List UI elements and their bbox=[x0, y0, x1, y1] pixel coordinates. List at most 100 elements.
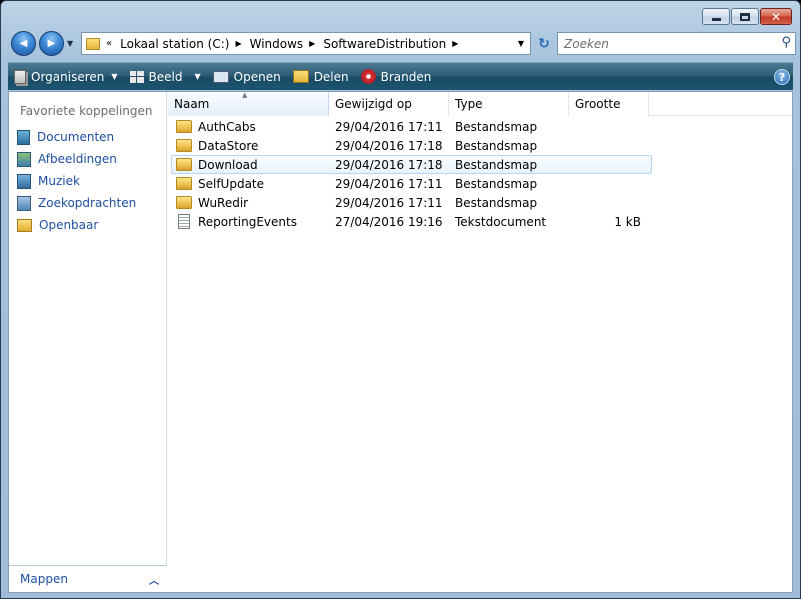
file-name-cell: Download bbox=[172, 158, 330, 172]
documents-icon bbox=[17, 129, 30, 145]
back-button[interactable]: ◀ bbox=[11, 31, 36, 56]
file-row[interactable]: WuRedir 29/04/2016 17:11 Bestandsmap bbox=[171, 193, 652, 212]
file-type: Bestandsmap bbox=[455, 176, 538, 191]
file-name-cell: SelfUpdate bbox=[172, 177, 330, 191]
favorite-links-header: Favoriete koppelingen bbox=[20, 104, 153, 118]
file-date: 27/04/2016 19:16 bbox=[335, 214, 443, 229]
file-type: Bestandsmap bbox=[455, 138, 538, 153]
folder-icon bbox=[176, 158, 192, 171]
help-icon: ? bbox=[778, 70, 786, 84]
file-type: Bestandsmap bbox=[455, 195, 538, 210]
sidebar-item-public[interactable]: Openbaar bbox=[16, 214, 136, 236]
view-button[interactable]: Beeld ▼ bbox=[124, 63, 207, 90]
sidebar-item-documents[interactable]: Documenten bbox=[16, 126, 136, 148]
file-list: AuthCabs 29/04/2016 17:11 Bestandsmap Da… bbox=[168, 117, 792, 231]
file-row[interactable]: DataStore 29/04/2016 17:18 Bestandsmap bbox=[171, 136, 652, 155]
breadcrumb-overflow[interactable]: « bbox=[106, 38, 112, 49]
column-header-label: Type bbox=[455, 97, 483, 111]
column-header-label: Naam bbox=[174, 97, 210, 111]
address-bar[interactable]: « Lokaal station (C:) ▶ Windows ▶ Softwa… bbox=[81, 32, 531, 55]
file-row[interactable]: AuthCabs 29/04/2016 17:11 Bestandsmap bbox=[171, 117, 652, 136]
searches-icon bbox=[17, 195, 31, 211]
sidebar-item-label: Openbaar bbox=[39, 218, 99, 232]
back-arrow-icon: ◀ bbox=[19, 38, 28, 49]
minimize-icon bbox=[711, 18, 721, 21]
burn-label: Branden bbox=[380, 69, 432, 84]
sidebar-item-label: Zoekopdrachten bbox=[38, 196, 137, 210]
sidebar-item-pictures[interactable]: Afbeeldingen bbox=[16, 148, 136, 170]
explorer-window: ✕ ◀ ▶ ▼ « Lokaal station (C:) ▶ Windows … bbox=[0, 0, 801, 599]
caption-buttons: ✕ bbox=[702, 8, 792, 25]
breadcrumb-softwaredistribution[interactable]: SoftwareDistribution bbox=[323, 37, 446, 51]
refresh-icon: ↻ bbox=[538, 35, 550, 52]
public-folder-icon bbox=[17, 218, 32, 232]
burn-button[interactable]: Branden bbox=[355, 63, 438, 90]
organize-button[interactable]: Organiseren ▼ bbox=[8, 63, 124, 90]
folder-icon bbox=[176, 120, 192, 133]
file-size: 1 kB bbox=[614, 214, 641, 229]
column-header-type[interactable]: Type bbox=[449, 92, 569, 116]
folder-icon bbox=[176, 196, 192, 209]
close-button[interactable]: ✕ bbox=[760, 8, 792, 25]
file-name: ReportingEvents bbox=[198, 214, 297, 229]
view-icon bbox=[129, 70, 144, 83]
file-date: 29/04/2016 17:18 bbox=[335, 157, 443, 172]
search-input[interactable] bbox=[558, 33, 773, 54]
recent-pages-dropdown[interactable]: ▼ bbox=[67, 39, 73, 48]
folder-icon bbox=[176, 139, 192, 152]
file-row[interactable]: SelfUpdate 29/04/2016 17:11 Bestandsmap bbox=[171, 174, 652, 193]
navigation-bar: ◀ ▶ ▼ « Lokaal station (C:) ▶ Windows ▶ … bbox=[9, 31, 796, 57]
folder-icon bbox=[86, 37, 100, 50]
breadcrumb-separator-icon[interactable]: ▶ bbox=[235, 39, 241, 48]
file-list-pane: ▲ Naam Gewijzigd op Type Grootte AuthCab… bbox=[168, 92, 792, 592]
navigation-pane: Favoriete koppelingen Documenten Afbeeld… bbox=[9, 92, 167, 592]
column-header-row: ▲ Naam Gewijzigd op Type Grootte bbox=[168, 92, 792, 116]
pictures-icon bbox=[17, 151, 31, 167]
music-icon bbox=[17, 173, 31, 189]
file-date: 29/04/2016 17:11 bbox=[335, 176, 443, 191]
file-date: 29/04/2016 17:18 bbox=[335, 138, 443, 153]
file-name: WuRedir bbox=[198, 195, 249, 210]
folders-toggle[interactable]: Mappen ︿ bbox=[9, 565, 167, 592]
burn-disc-icon bbox=[360, 69, 376, 84]
open-button[interactable]: Openen bbox=[207, 63, 287, 90]
content-area: Favoriete koppelingen Documenten Afbeeld… bbox=[8, 91, 793, 593]
column-header-size[interactable]: Grootte bbox=[569, 92, 649, 116]
file-type: Tekstdocument bbox=[455, 214, 547, 229]
search-box: ⚲ bbox=[557, 32, 796, 55]
maximize-button[interactable] bbox=[731, 8, 759, 25]
forward-button[interactable]: ▶ bbox=[39, 31, 64, 56]
sidebar-item-label: Afbeeldingen bbox=[38, 152, 117, 166]
chevron-up-icon: ︿ bbox=[149, 575, 159, 587]
address-dropdown-button[interactable]: ▼ bbox=[512, 33, 530, 54]
share-button[interactable]: Delen bbox=[287, 63, 355, 90]
sidebar-item-music[interactable]: Muziek bbox=[16, 170, 136, 192]
file-name: Download bbox=[198, 157, 258, 172]
file-type: Bestandsmap bbox=[455, 119, 538, 134]
help-button[interactable]: ? bbox=[774, 69, 790, 85]
breadcrumb-separator-icon[interactable]: ▶ bbox=[452, 39, 458, 48]
breadcrumb-local-disk[interactable]: Lokaal station (C:) bbox=[120, 37, 229, 51]
forward-arrow-icon: ▶ bbox=[47, 38, 56, 49]
refresh-button[interactable]: ↻ bbox=[533, 32, 555, 55]
view-label: Beeld bbox=[148, 69, 183, 84]
text-document-icon bbox=[178, 214, 190, 229]
breadcrumb-separator-icon[interactable]: ▶ bbox=[309, 39, 315, 48]
search-icon[interactable]: ⚲ bbox=[781, 35, 791, 50]
file-type: Bestandsmap bbox=[455, 157, 538, 172]
column-header-name[interactable]: ▲ Naam bbox=[168, 92, 329, 116]
sidebar-item-searches[interactable]: Zoekopdrachten bbox=[16, 192, 136, 214]
file-date: 29/04/2016 17:11 bbox=[335, 119, 443, 134]
minimize-button[interactable] bbox=[702, 8, 730, 25]
folders-label: Mappen bbox=[20, 572, 68, 586]
column-header-label: Grootte bbox=[575, 97, 621, 111]
sort-ascending-icon: ▲ bbox=[242, 91, 248, 99]
folder-icon bbox=[176, 177, 192, 190]
breadcrumb-windows[interactable]: Windows bbox=[250, 37, 304, 51]
file-date: 29/04/2016 17:11 bbox=[335, 195, 443, 210]
file-row[interactable]: ReportingEvents 27/04/2016 19:16 Tekstdo… bbox=[171, 212, 652, 231]
file-name-cell: ReportingEvents bbox=[172, 214, 330, 229]
column-header-date[interactable]: Gewijzigd op bbox=[329, 92, 449, 116]
sidebar-item-label: Muziek bbox=[38, 174, 80, 188]
file-row[interactable]: Download 29/04/2016 17:18 Bestandsmap bbox=[171, 155, 652, 174]
